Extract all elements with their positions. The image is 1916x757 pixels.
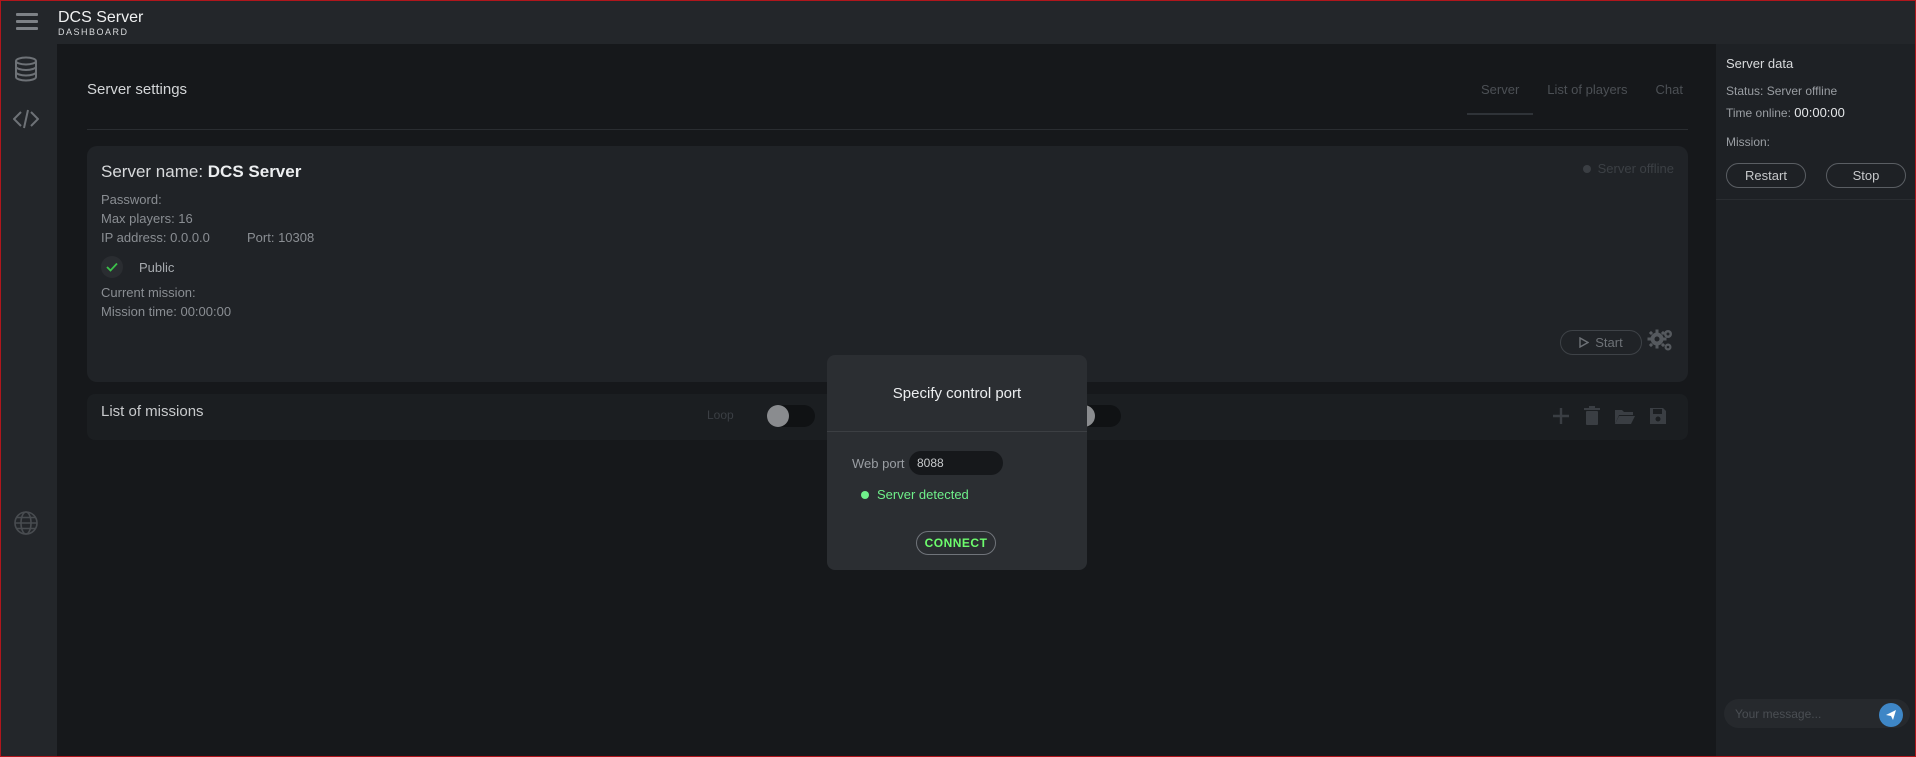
status-dot-icon bbox=[1582, 164, 1591, 173]
server-detected-text: Server detected bbox=[877, 487, 969, 502]
loop-toggle[interactable] bbox=[767, 405, 815, 427]
open-folder-icon[interactable] bbox=[1614, 405, 1636, 427]
settings-gear-icon[interactable] bbox=[1647, 326, 1675, 354]
port: Port: 10308 bbox=[247, 230, 315, 245]
public-label: Public bbox=[139, 259, 175, 275]
tab-chat[interactable]: Chat bbox=[1642, 78, 1697, 115]
menu-icon[interactable] bbox=[16, 13, 38, 31]
server-status-badge: Server offline bbox=[1582, 161, 1674, 176]
server-name: Server name: DCS Server bbox=[101, 162, 301, 182]
connect-button[interactable]: CONNECT bbox=[916, 531, 996, 555]
web-port-label: Web port bbox=[852, 456, 905, 471]
status-line: Status: Server offline bbox=[1726, 84, 1838, 98]
check-icon bbox=[106, 262, 118, 272]
time-online-label: Time online: bbox=[1726, 106, 1791, 120]
toggle-knob bbox=[767, 405, 789, 427]
status-dot-icon bbox=[861, 490, 869, 499]
delete-mission-icon[interactable] bbox=[1581, 405, 1603, 427]
globe-icon[interactable] bbox=[13, 510, 39, 536]
sidebar bbox=[1, 44, 57, 756]
public-checkbox-row[interactable]: Public bbox=[101, 256, 174, 278]
dialog-title: Specify control port bbox=[892, 385, 1022, 402]
divider bbox=[87, 129, 1688, 130]
loop-label: Loop bbox=[707, 408, 734, 422]
code-icon[interactable] bbox=[12, 106, 40, 132]
server-name-label: Server name: bbox=[101, 162, 204, 181]
server-detected-status: Server detected bbox=[861, 487, 969, 502]
start-button[interactable]: Start bbox=[1560, 330, 1642, 355]
play-icon bbox=[1579, 337, 1590, 348]
database-icon[interactable] bbox=[13, 56, 39, 82]
web-port-input[interactable] bbox=[909, 451, 1003, 475]
ip-address: IP address: 0.0.0.0 bbox=[101, 230, 210, 245]
tab-server[interactable]: Server bbox=[1467, 78, 1534, 115]
public-checkbox[interactable] bbox=[101, 256, 123, 278]
server-data-panel: Server data Status: Server offline Time … bbox=[1716, 44, 1915, 756]
tab-list-of-players[interactable]: List of players bbox=[1533, 78, 1641, 115]
missions-title: List of missions bbox=[101, 403, 204, 420]
tab-bar: Server List of players Chat bbox=[1467, 78, 1697, 116]
server-data-title: Server data bbox=[1726, 56, 1794, 71]
send-icon[interactable] bbox=[1879, 703, 1903, 727]
start-label: Start bbox=[1595, 335, 1623, 350]
max-players: Max players: 16 bbox=[101, 211, 193, 226]
stop-button[interactable]: Stop bbox=[1826, 163, 1906, 188]
top-bar: DCS Server DASHBOARD bbox=[1, 1, 1915, 44]
page-title: Server settings bbox=[87, 81, 188, 98]
mission-time: Mission time: 00:00:00 bbox=[101, 304, 232, 319]
app-subtitle: DASHBOARD bbox=[58, 27, 129, 37]
save-icon[interactable] bbox=[1647, 405, 1669, 427]
password-label: Password: bbox=[101, 192, 162, 207]
divider bbox=[1716, 199, 1915, 200]
mission-label: Mission: bbox=[1726, 135, 1771, 149]
time-online: Time online: 00:00:00 bbox=[1726, 105, 1845, 120]
server-name-value: DCS Server bbox=[207, 162, 302, 181]
server-card: Server name: DCS Server Server offline P… bbox=[87, 146, 1688, 382]
current-mission: Current mission: bbox=[101, 285, 196, 300]
divider bbox=[827, 431, 1087, 432]
server-status-text: Server offline bbox=[1597, 161, 1674, 176]
restart-button[interactable]: Restart bbox=[1726, 163, 1806, 188]
app-title: DCS Server bbox=[58, 9, 144, 26]
add-mission-icon[interactable] bbox=[1550, 405, 1572, 427]
control-port-dialog: Specify control port Web port Server det… bbox=[827, 355, 1087, 570]
time-online-value: 00:00:00 bbox=[1794, 105, 1845, 120]
